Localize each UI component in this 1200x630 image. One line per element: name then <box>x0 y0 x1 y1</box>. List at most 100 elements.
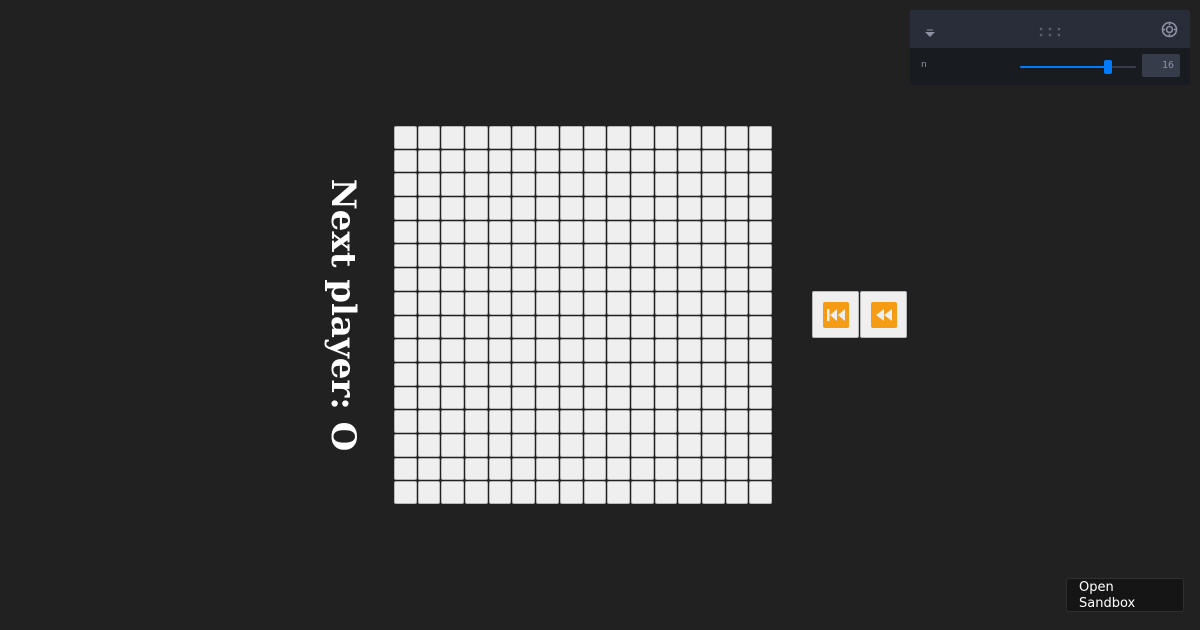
board-cell[interactable] <box>441 362 465 386</box>
board-cell[interactable] <box>488 291 512 315</box>
board-cell[interactable] <box>417 315 441 339</box>
board-cell[interactable] <box>441 339 465 362</box>
board-cell[interactable] <box>725 291 749 315</box>
board-cell[interactable] <box>725 362 749 386</box>
board-cell[interactable] <box>583 362 607 386</box>
board-cell[interactable] <box>630 457 654 481</box>
board-cell[interactable] <box>559 362 583 386</box>
board-cell[interactable] <box>536 244 559 268</box>
board-cell[interactable] <box>654 244 678 268</box>
board-cell[interactable] <box>583 315 607 339</box>
board-cell[interactable] <box>441 149 465 173</box>
board-cell[interactable] <box>630 315 654 339</box>
board-cell[interactable] <box>654 315 678 339</box>
board-cell[interactable] <box>654 149 678 173</box>
board-cell[interactable] <box>441 244 465 268</box>
n-slider-thumb[interactable] <box>1104 60 1113 74</box>
board-cell[interactable] <box>559 244 583 268</box>
board-cell[interactable] <box>441 126 465 149</box>
board-cell[interactable] <box>725 220 749 244</box>
board-cell[interactable] <box>394 362 417 386</box>
board-cell[interactable] <box>559 126 583 149</box>
board-cell[interactable] <box>559 173 583 197</box>
board-cell[interactable] <box>654 410 678 433</box>
board-cell[interactable] <box>607 410 630 433</box>
board-cell[interactable] <box>465 386 488 410</box>
board-cell[interactable] <box>583 410 607 433</box>
board-cell[interactable] <box>488 362 512 386</box>
board-cell[interactable] <box>654 173 678 197</box>
board-cell[interactable] <box>536 362 559 386</box>
board-cell[interactable] <box>725 197 749 220</box>
board-cell[interactable] <box>465 173 488 197</box>
board-cell[interactable] <box>701 457 725 481</box>
board-cell[interactable] <box>394 339 417 362</box>
board-cell[interactable] <box>465 362 488 386</box>
board-cell[interactable] <box>394 291 417 315</box>
board-cell[interactable] <box>583 244 607 268</box>
board-cell[interactable] <box>417 197 441 220</box>
board-cell[interactable] <box>488 339 512 362</box>
board-cell[interactable] <box>417 457 441 481</box>
board-cell[interactable] <box>536 197 559 220</box>
board-cell[interactable] <box>559 291 583 315</box>
board-cell[interactable] <box>465 457 488 481</box>
board-cell[interactable] <box>417 126 441 149</box>
board-cell[interactable] <box>417 481 441 504</box>
board-cell[interactable] <box>488 481 512 504</box>
board-cell[interactable] <box>417 386 441 410</box>
board-cell[interactable] <box>583 386 607 410</box>
board-cell[interactable] <box>701 433 725 457</box>
board-cell[interactable] <box>583 339 607 362</box>
board-cell[interactable] <box>725 126 749 149</box>
board-cell[interactable] <box>630 386 654 410</box>
board-cell[interactable] <box>512 433 536 457</box>
board-cell[interactable] <box>607 433 630 457</box>
board-cell[interactable] <box>394 268 417 291</box>
board-cell[interactable] <box>559 197 583 220</box>
board-cell[interactable] <box>559 315 583 339</box>
n-slider[interactable] <box>1020 60 1136 74</box>
board-cell[interactable] <box>536 149 559 173</box>
board-cell[interactable] <box>417 244 441 268</box>
board-cell[interactable] <box>607 481 630 504</box>
board-cell[interactable] <box>583 457 607 481</box>
board-cell[interactable] <box>654 268 678 291</box>
board-cell[interactable] <box>512 386 536 410</box>
board-cell[interactable] <box>488 244 512 268</box>
board-cell[interactable] <box>654 457 678 481</box>
board-cell[interactable] <box>441 173 465 197</box>
board-cell[interactable] <box>630 149 654 173</box>
board-cell[interactable] <box>488 173 512 197</box>
board-cell[interactable] <box>725 315 749 339</box>
board-cell[interactable] <box>465 433 488 457</box>
board-cell[interactable] <box>749 244 772 268</box>
board-cell[interactable] <box>512 220 536 244</box>
board-cell[interactable] <box>630 268 654 291</box>
board-cell[interactable] <box>512 410 536 433</box>
board-cell[interactable] <box>607 339 630 362</box>
board-cell[interactable] <box>441 291 465 315</box>
board-cell[interactable] <box>749 197 772 220</box>
board-cell[interactable] <box>417 291 441 315</box>
board-cell[interactable] <box>559 386 583 410</box>
board-cell[interactable] <box>678 268 701 291</box>
board-cell[interactable] <box>701 481 725 504</box>
board-cell[interactable] <box>536 291 559 315</box>
board-cell[interactable] <box>536 220 559 244</box>
controls-panel-header[interactable] <box>910 10 1190 48</box>
board-cell[interactable] <box>725 339 749 362</box>
board-cell[interactable] <box>536 268 559 291</box>
board-cell[interactable] <box>701 149 725 173</box>
board-cell[interactable] <box>630 481 654 504</box>
open-sandbox-button[interactable]: Open Sandbox <box>1066 578 1184 612</box>
board-cell[interactable] <box>512 457 536 481</box>
board-cell[interactable] <box>749 339 772 362</box>
board-cell[interactable] <box>394 457 417 481</box>
board-cell[interactable] <box>678 244 701 268</box>
board-cell[interactable] <box>607 220 630 244</box>
board-cell[interactable] <box>749 410 772 433</box>
board-cell[interactable] <box>654 339 678 362</box>
board-cell[interactable] <box>394 386 417 410</box>
board-cell[interactable] <box>417 173 441 197</box>
